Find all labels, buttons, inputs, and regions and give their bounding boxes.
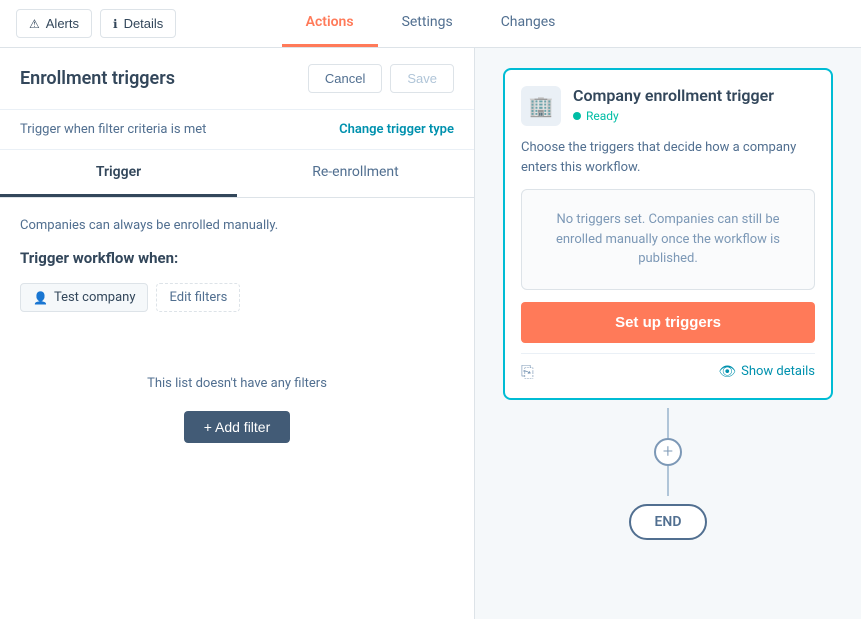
- save-button[interactable]: Save: [390, 64, 454, 93]
- company-building-icon: 🏢: [529, 94, 554, 118]
- trigger-card: 🏢 Company enrollment trigger Ready Choos…: [503, 68, 833, 400]
- connector-line: [667, 408, 669, 438]
- left-panel: Enrollment triggers Cancel Save Trigger …: [0, 48, 475, 619]
- eye-icon: 👁: [718, 364, 736, 380]
- end-node: END: [629, 504, 708, 540]
- cancel-button[interactable]: Cancel: [308, 64, 382, 93]
- person-icon: 👤: [33, 291, 48, 305]
- details-button[interactable]: ℹ Details: [100, 9, 176, 38]
- alert-icon: ⚠: [29, 17, 40, 31]
- add-filter-button[interactable]: + Add filter: [184, 411, 291, 443]
- panel-header: Enrollment triggers Cancel Save: [0, 48, 474, 110]
- company-chip-label: Test company: [54, 290, 136, 305]
- right-panel: 🏢 Company enrollment trigger Ready Choos…: [475, 48, 861, 619]
- manual-enroll-text: Companies can always be enrolled manuall…: [20, 218, 454, 233]
- no-filters-section: This list doesn't have any filters + Add…: [20, 336, 454, 463]
- main-area: Enrollment triggers Cancel Save Trigger …: [0, 48, 861, 619]
- alerts-button[interactable]: ⚠ Alerts: [16, 9, 92, 38]
- tab-actions[interactable]: Actions: [282, 0, 378, 47]
- status-label: Ready: [586, 109, 619, 123]
- no-triggers-inner-text: No triggers set. Companies can still be …: [542, 210, 794, 269]
- top-nav-tabs: Actions Settings Changes: [282, 0, 580, 47]
- panel-body: Companies can always be enrolled manuall…: [0, 198, 474, 619]
- change-trigger-link[interactable]: Change trigger type: [339, 122, 454, 137]
- tab-reenrollment[interactable]: Re-enrollment: [237, 150, 474, 197]
- setup-triggers-button[interactable]: Set up triggers: [521, 302, 815, 343]
- status-dot: [573, 112, 581, 120]
- card-description: Choose the triggers that decide how a co…: [521, 138, 815, 177]
- trigger-type-text: Trigger when filter criteria is met: [20, 122, 206, 137]
- trigger-type-row: Trigger when filter criteria is met Chan…: [0, 110, 474, 150]
- edit-filters-chip[interactable]: Edit filters: [156, 283, 240, 312]
- add-step-button[interactable]: +: [654, 438, 682, 466]
- card-footer: ⎘ 👁 Show details: [521, 353, 815, 382]
- workflow-connector: + END: [629, 408, 708, 540]
- card-header: 🏢 Company enrollment trigger Ready: [521, 86, 815, 126]
- tab-trigger[interactable]: Trigger: [0, 150, 237, 197]
- info-icon: ℹ: [113, 17, 118, 31]
- edit-filters-label: Edit filters: [169, 290, 227, 305]
- card-icon-box: 🏢: [521, 86, 561, 126]
- company-chip[interactable]: 👤 Test company: [20, 283, 148, 312]
- panel-title: Enrollment triggers: [20, 68, 175, 89]
- connector-line-2: [667, 466, 669, 496]
- tab-changes[interactable]: Changes: [477, 0, 580, 47]
- tab-settings[interactable]: Settings: [378, 0, 477, 47]
- inner-tabs: Trigger Re-enrollment: [0, 150, 474, 198]
- trigger-when-label: Trigger workflow when:: [20, 249, 454, 267]
- filter-chips: 👤 Test company Edit filters: [20, 283, 454, 312]
- top-nav-left: ⚠ Alerts ℹ Details: [16, 9, 282, 38]
- plus-icon: +: [663, 441, 673, 462]
- panel-actions: Cancel Save: [308, 64, 454, 93]
- copy-icon[interactable]: ⎘: [521, 362, 534, 382]
- alerts-label: Alerts: [46, 16, 79, 31]
- card-title-section: Company enrollment trigger Ready: [573, 86, 815, 123]
- show-details-link[interactable]: 👁 Show details: [718, 364, 815, 380]
- details-label: Details: [124, 16, 164, 31]
- no-triggers-box: No triggers set. Companies can still be …: [521, 189, 815, 290]
- card-title: Company enrollment trigger: [573, 86, 815, 105]
- top-nav: ⚠ Alerts ℹ Details Actions Settings Chan…: [0, 0, 861, 48]
- no-filters-text: This list doesn't have any filters: [147, 376, 327, 391]
- card-status: Ready: [573, 109, 815, 123]
- show-details-label: Show details: [741, 364, 815, 379]
